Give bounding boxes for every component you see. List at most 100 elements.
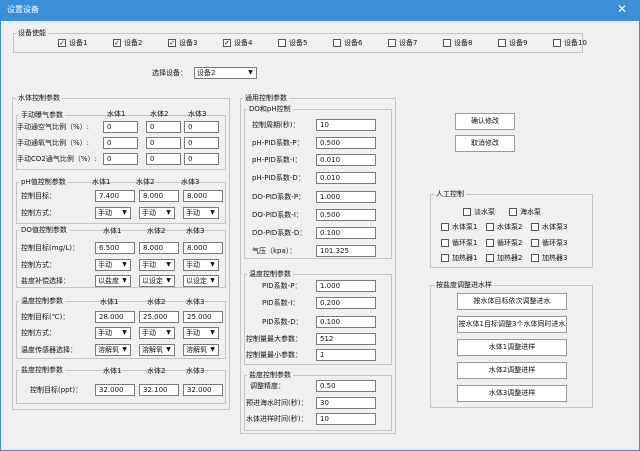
do-target-input[interactable]: 6.500 (95, 242, 135, 254)
aeration-input[interactable]: 0 (146, 153, 181, 165)
doph-input[interactable]: 0.500 (316, 137, 376, 149)
salinity-adjust-button[interactable]: 水体2调整进样 (457, 362, 567, 379)
doph-row-label: 气压（kpa）： (252, 247, 297, 255)
aeration-input[interactable]: 0 (146, 121, 181, 133)
general-temp-input[interactable]: 0.100 (316, 316, 376, 328)
temp-mode-dropdown-value: 手动 (186, 329, 200, 337)
do-target-input[interactable]: 8.000 (183, 242, 223, 254)
device-checkbox-2[interactable]: ✓ (113, 39, 121, 47)
manual-checkbox-label: 淡水泵 (474, 208, 495, 216)
do-comp-dropdown[interactable]: 以盐度 ▼ (95, 275, 131, 287)
general-temp-input[interactable]: 1.000 (316, 280, 376, 292)
temp-target-input[interactable]: 25.000 (183, 311, 223, 323)
salinity-adjust-button[interactable]: 按水体目标依次调整进水 (457, 293, 567, 310)
aeration-input[interactable]: 0 (103, 153, 138, 165)
manual-checkbox-9[interactable] (441, 254, 449, 262)
manual-checkbox-8[interactable] (531, 239, 539, 247)
device-checkbox-6[interactable] (333, 39, 341, 47)
temp-mode-dropdown[interactable]: 手动 ▼ (139, 327, 175, 339)
manual-checkbox-1[interactable] (463, 208, 471, 216)
salinity-target-input[interactable]: 32.000 (183, 384, 223, 396)
do-comp-dropdown-value: 以盐度 (98, 277, 119, 285)
doph-input[interactable]: 0.500 (316, 209, 376, 221)
doph-input[interactable]: 101.325 (316, 245, 376, 257)
column-header: 水体3 (181, 178, 200, 186)
doph-row-label: pH-PID系数-D： (252, 174, 305, 182)
general-temp-row-label: 控制量最大参数： (246, 335, 302, 343)
device-checkbox-3[interactable]: ✓ (168, 39, 176, 47)
ph-mode-dropdown[interactable]: 手动 ▼ (95, 207, 131, 219)
manual-checkbox-11[interactable] (531, 254, 539, 262)
manual-checkbox-6[interactable] (441, 239, 449, 247)
do-mode-dropdown-value: 手动 (186, 261, 200, 269)
aeration-input[interactable]: 0 (184, 137, 219, 149)
ph-mode-dropdown[interactable]: 手动 ▼ (139, 207, 175, 219)
temp-mode-dropdown[interactable]: 手动 ▼ (183, 327, 219, 339)
manual-checkbox-10[interactable] (486, 254, 494, 262)
salinity-target-input[interactable]: 32.100 (139, 384, 179, 396)
salinity-adjust-button[interactable]: 水体3调整进样 (457, 385, 567, 402)
ph-target-input[interactable]: 8.000 (183, 190, 223, 202)
aeration-input[interactable]: 0 (184, 121, 219, 133)
ph-mode-dropdown[interactable]: 手动 ▼ (183, 207, 219, 219)
doph-input[interactable]: 10 (316, 119, 376, 131)
general-salinity-input[interactable]: 10 (316, 413, 376, 425)
checkmark-icon: ✓ (169, 39, 175, 47)
do-mode-dropdown[interactable]: 手动 ▼ (139, 259, 175, 271)
temp-sensor-dropdown[interactable]: 溶解氧 ▼ (183, 344, 219, 356)
do-mode-dropdown[interactable]: 手动 ▼ (95, 259, 131, 271)
general-salinity-input[interactable]: 0.50 (316, 380, 376, 392)
do-mode-label: 控制方式： (21, 261, 56, 269)
do-comp-dropdown[interactable]: 以设定 ▼ (183, 275, 219, 287)
manual-checkbox-3[interactable] (441, 223, 449, 231)
aeration-input[interactable]: 0 (184, 153, 219, 165)
temp-target-input[interactable]: 28.000 (95, 311, 135, 323)
temp-sensor-dropdown[interactable]: 溶解氧 ▼ (95, 344, 131, 356)
confirm-button[interactable]: 确认修改 (455, 113, 515, 130)
checkmark-icon: ✓ (114, 39, 120, 47)
general-temp-row-label: PID系数-D： (262, 318, 303, 326)
aeration-input[interactable]: 0 (103, 137, 138, 149)
device-checkbox-10[interactable] (553, 39, 561, 47)
general-temp-input[interactable]: 512 (316, 333, 376, 345)
aeration-input[interactable]: 0 (146, 137, 181, 149)
general-temp-input[interactable]: 1 (316, 349, 376, 361)
general-temp-input[interactable]: 0.200 (316, 297, 376, 309)
cancel-button[interactable]: 取消修改 (455, 135, 515, 152)
manual-checkbox-2[interactable] (509, 208, 517, 216)
salinity-adjust-button[interactable]: 水体1调整进样 (457, 339, 567, 356)
do-mode-dropdown[interactable]: 手动 ▼ (183, 259, 219, 271)
ph-target-input[interactable]: 7.400 (95, 190, 135, 202)
doph-input[interactable]: 0.010 (316, 172, 376, 184)
device-checkbox-4[interactable]: ✓ (223, 39, 231, 47)
doph-input[interactable]: 0.010 (316, 154, 376, 166)
manual-checkbox-4[interactable] (486, 223, 494, 231)
device-checkbox-1[interactable]: ✓ (58, 39, 66, 47)
do-comp-dropdown[interactable]: 以设定 ▼ (139, 275, 175, 287)
salinity-adjust-button[interactable]: 按水体1目标调整3个水体同时进水 (457, 316, 567, 333)
temp-mode-dropdown[interactable]: 手动 ▼ (95, 327, 131, 339)
doph-input[interactable]: 1.000 (316, 191, 376, 203)
aeration-input[interactable]: 0 (103, 121, 138, 133)
doph-input[interactable]: 0.100 (316, 227, 376, 239)
temp-target-input[interactable]: 25.000 (139, 311, 179, 323)
do-target-input[interactable]: 8.000 (139, 242, 179, 254)
general-temp-row-label: PID系数-P： (262, 282, 302, 290)
device-checkbox-7[interactable] (388, 39, 396, 47)
title-bar (0, 0, 640, 20)
chevron-down-icon: ▼ (119, 345, 130, 355)
general-salinity-input[interactable]: 30 (316, 397, 376, 409)
doph-row-label: pH-PID系数-I： (252, 156, 302, 164)
device-checkbox-9[interactable] (498, 39, 506, 47)
salinity-label: 盐度控制参数 (19, 365, 65, 375)
select-device-dropdown[interactable]: 设备2 ▼ (194, 67, 257, 79)
device-checkbox-5[interactable] (278, 39, 286, 47)
device-checkbox-label: 设备9 (509, 39, 528, 47)
device-checkbox-8[interactable] (443, 39, 451, 47)
close-button[interactable]: ✕ (611, 2, 633, 17)
temp-sensor-dropdown[interactable]: 溶解氧 ▼ (139, 344, 175, 356)
ph-target-input[interactable]: 8.000 (139, 190, 179, 202)
manual-checkbox-5[interactable] (531, 223, 539, 231)
manual-checkbox-7[interactable] (486, 239, 494, 247)
salinity-target-input[interactable]: 32.000 (95, 384, 135, 396)
